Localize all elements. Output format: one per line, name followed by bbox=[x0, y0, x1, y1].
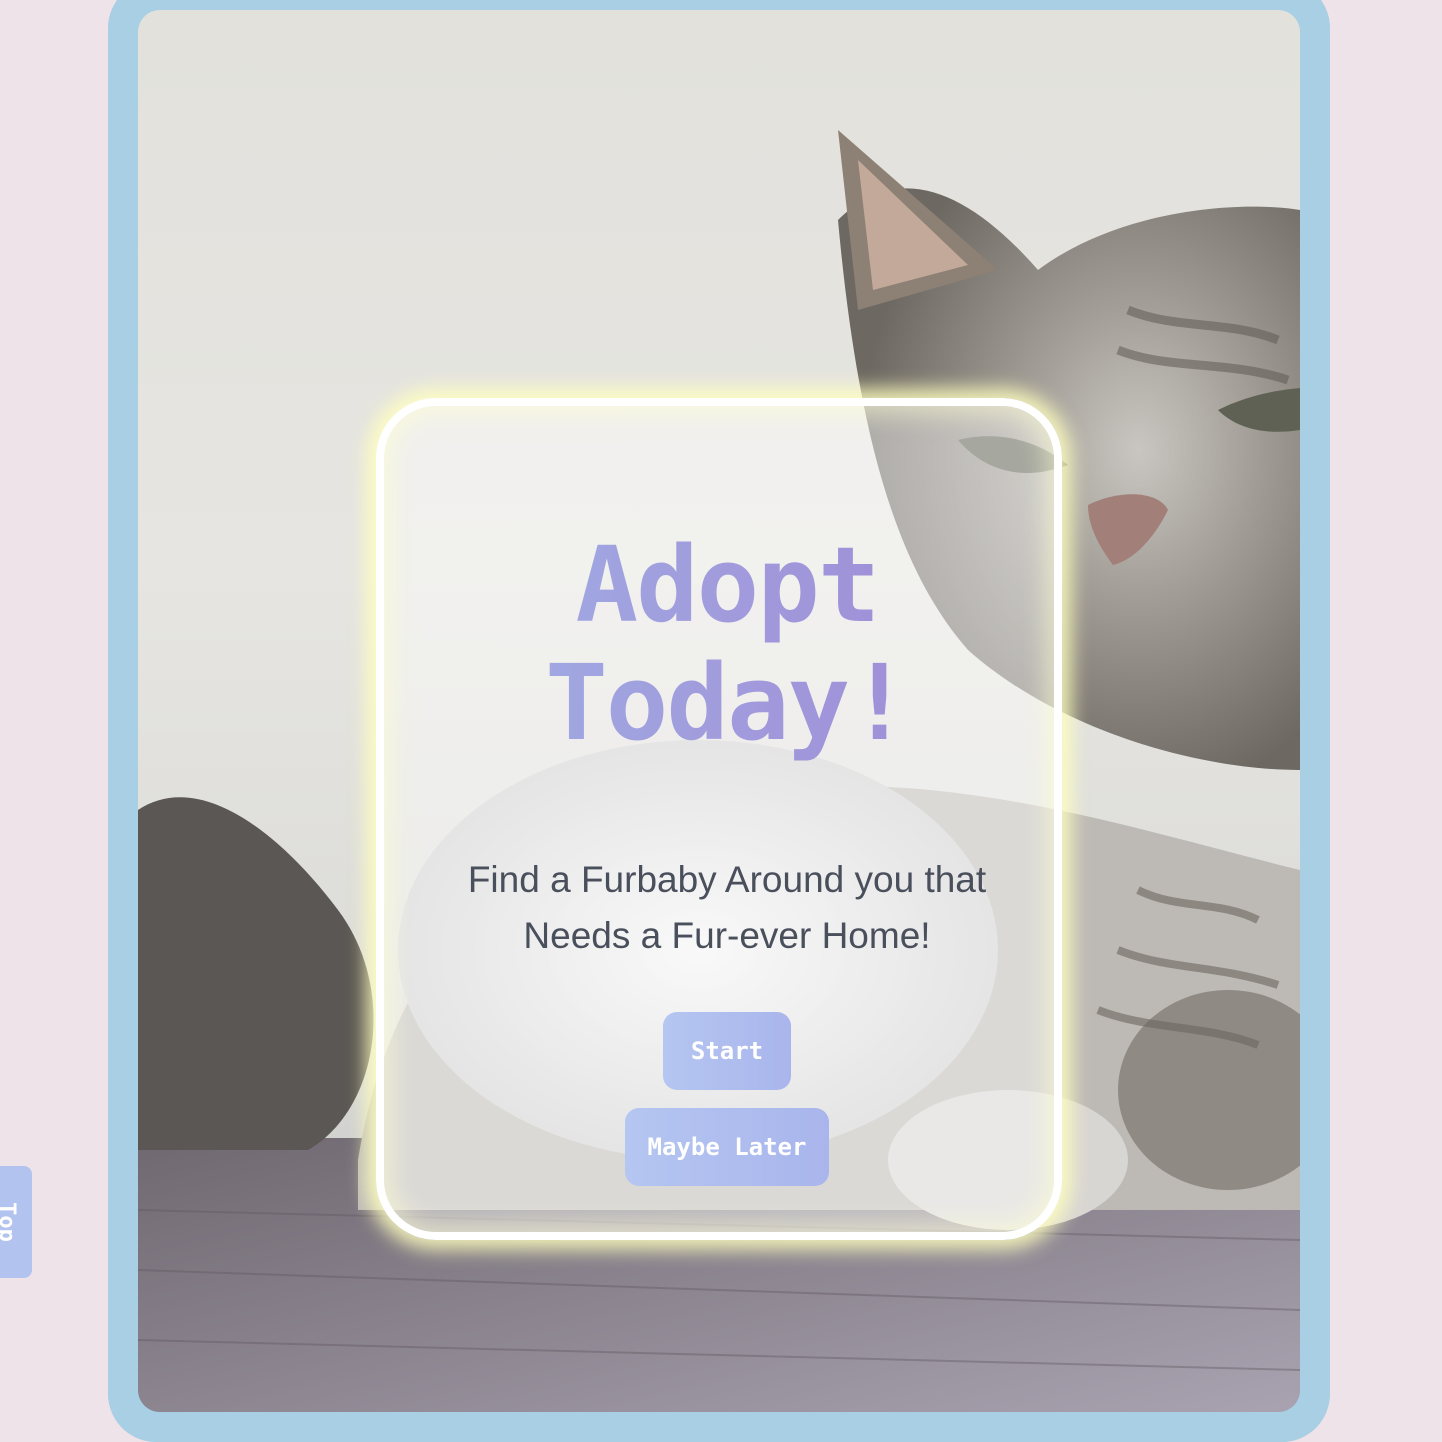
maybe-later-button[interactable]: Maybe Later bbox=[625, 1108, 829, 1186]
headline-line-1: Adopt bbox=[575, 524, 879, 646]
headline: Adopt Today! bbox=[384, 526, 1070, 762]
adopt-card: Adopt Today! Find a Furbaby Around you t… bbox=[376, 398, 1062, 1240]
back-to-top-label: Top bbox=[0, 1202, 20, 1242]
start-button[interactable]: Start bbox=[663, 1012, 791, 1090]
headline-line-2: Today! bbox=[545, 642, 909, 764]
tagline: Find a Furbaby Around you that Needs a F… bbox=[467, 859, 987, 956]
back-to-top-tab[interactable]: Top bbox=[0, 1166, 32, 1278]
